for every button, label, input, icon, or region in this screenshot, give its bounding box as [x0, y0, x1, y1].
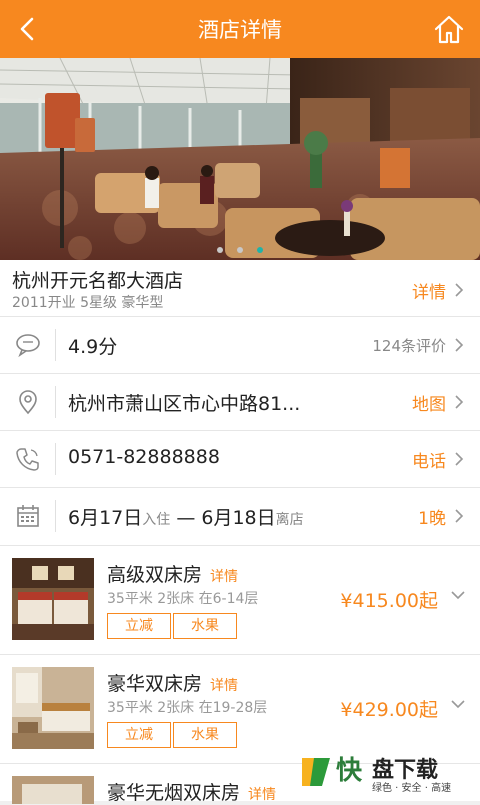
room-name: 豪华双床房 详情 [107, 673, 239, 695]
room-spec: 35平米 2张床 在19-28层 [107, 700, 268, 716]
stay-dates[interactable]: 6月17日入住 — 6月18日离店 [68, 503, 304, 530]
room-price: ¥429.00起 [340, 699, 438, 721]
chevron-down-icon[interactable] [450, 590, 466, 600]
room-item[interactable]: 豪华双床房 详情 35平米 2张床 在19-28层 立减 水果 ¥429.00起 [0, 654, 480, 764]
carousel-indicator [0, 238, 480, 257]
room-tags: 立减 水果 [107, 613, 239, 639]
watermark-slogan: 绿色 · 安全 · 高速 [372, 783, 452, 794]
checkin-label: 入住 [142, 512, 171, 528]
map-link[interactable]: 地图 [412, 390, 446, 415]
rating-score: 4.9分 [68, 336, 118, 358]
watermark-logo-icon [302, 758, 330, 786]
room-detail-link[interactable]: 详情 [210, 569, 238, 585]
room-tag: 立减 [107, 722, 171, 748]
calendar-icon [17, 505, 39, 527]
top-bar: 酒店详情 [0, 0, 480, 58]
chevron-right-icon [455, 509, 464, 523]
hotel-lounge-image [0, 58, 480, 260]
hotel-name: 杭州开元名都大酒店 [12, 270, 184, 292]
room-tag: 立减 [107, 613, 171, 639]
room-name: 豪华无烟双床房 详情 [107, 782, 277, 804]
phone-icon [16, 448, 39, 471]
room-tag: 水果 [173, 613, 237, 639]
hotel-info-row[interactable]: 杭州开元名都大酒店 2011开业 5星级 豪华型 详情 [0, 260, 480, 316]
address-row[interactable]: 杭州市萧山区市心中路81... 地图 [0, 373, 480, 430]
room-thumbnail [12, 667, 94, 749]
carousel-dot[interactable] [217, 247, 223, 253]
checkin-date: 6月17日 [68, 507, 143, 529]
chevron-right-icon [455, 452, 464, 466]
carousel-dot[interactable] [237, 247, 243, 253]
room-tag: 水果 [173, 722, 237, 748]
chevron-right-icon [455, 283, 464, 297]
comment-icon [16, 334, 40, 358]
divider [55, 443, 56, 475]
divider [55, 329, 56, 361]
room-item[interactable]: 高级双床房 详情 35平米 2张床 在6-14层 立减 水果 ¥415.00起 [0, 545, 480, 655]
page-title: 酒店详情 [198, 18, 282, 42]
date-dash: — [176, 507, 196, 529]
rating-row[interactable]: 4.9分 124条评价 [0, 316, 480, 373]
stay-dates-row[interactable]: 6月17日入住 — 6月18日离店 1晚 [0, 487, 480, 546]
divider [55, 500, 56, 532]
chevron-down-icon[interactable] [450, 699, 466, 709]
site-watermark: 快 盘下载 绿色 · 安全 · 高速 [300, 750, 472, 794]
room-spec: 35平米 2张床 在6-14层 [107, 591, 259, 607]
nights-count[interactable]: 1晚 [418, 504, 446, 529]
hotel-address: 杭州市萧山区市心中路81... [68, 393, 301, 415]
hotel-detail-link[interactable]: 详情 [412, 278, 446, 303]
hotel-meta: 2011开业 5星级 豪华型 [12, 295, 164, 311]
watermark-char: 快 [336, 756, 363, 786]
hotel-phone: 0571-82888888 [68, 446, 220, 468]
divider [55, 386, 56, 418]
home-icon[interactable] [432, 12, 466, 46]
room-name: 高级双床房 详情 [107, 564, 239, 586]
carousel-dot-active[interactable] [257, 247, 263, 253]
review-count[interactable]: 124条评价 [372, 335, 446, 356]
chevron-right-icon [455, 395, 464, 409]
call-link[interactable]: 电话 [412, 447, 446, 472]
room-tags: 立减 水果 [107, 722, 239, 748]
room-price: ¥415.00起 [340, 590, 438, 612]
chevron-right-icon [455, 338, 464, 352]
room-detail-link[interactable]: 详情 [248, 787, 276, 803]
phone-row[interactable]: 0571-82888888 电话 [0, 430, 480, 487]
hotel-photo-carousel[interactable] [0, 58, 480, 260]
checkout-date: 6月18日 [201, 507, 276, 529]
room-thumbnail [12, 558, 94, 640]
checkout-label: 离店 [275, 512, 304, 528]
location-pin-icon [19, 390, 37, 415]
room-detail-link[interactable]: 详情 [210, 678, 238, 694]
